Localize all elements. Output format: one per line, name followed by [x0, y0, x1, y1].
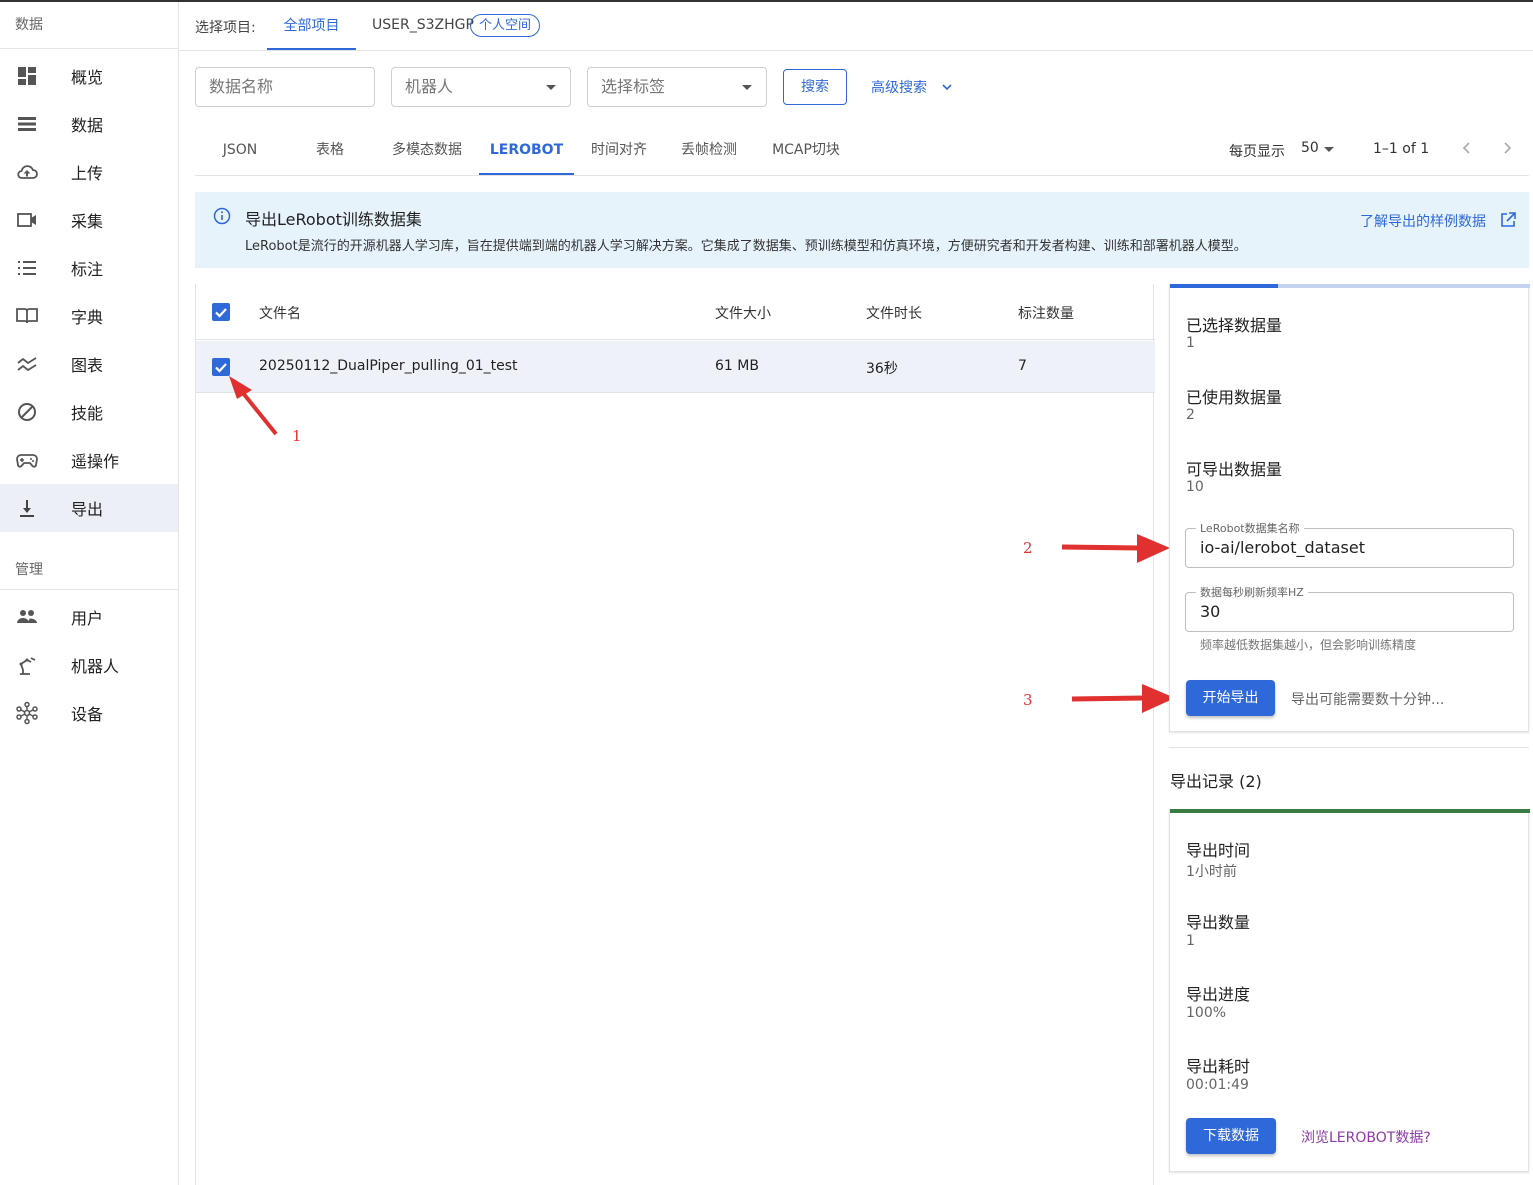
download-data-button[interactable]: 下载数据 [1186, 1118, 1276, 1154]
record-status-bar [1170, 809, 1530, 813]
annotation-arrow-2 [1061, 534, 1170, 563]
records-divider [1169, 747, 1529, 748]
export-time-label: 导出时间 [1186, 841, 1251, 860]
selected-count-value: 1 [1186, 335, 1195, 351]
fps-value: 30 [1200, 602, 1221, 621]
annotation-label-2: 2 [1023, 539, 1033, 557]
fps-hint: 频率越低数据集越小，但会影响训练精度 [1200, 638, 1417, 652]
annotation-label-1: 1 [292, 427, 302, 445]
panel-progress-fill [1170, 284, 1278, 288]
exportable-count-label: 可导出数据量 [1186, 460, 1283, 479]
used-count-label: 已使用数据量 [1186, 388, 1283, 407]
selected-count-label: 已选择数据量 [1186, 316, 1283, 335]
exportable-count-value: 10 [1186, 479, 1204, 495]
start-export-button[interactable]: 开始导出 [1186, 680, 1275, 716]
export-count-value: 1 [1186, 933, 1195, 949]
panel-progress-bar [1170, 284, 1530, 288]
export-records-title: 导出记录 (2) [1170, 772, 1262, 791]
export-panel: 已选择数据量 1 已使用数据量 2 可导出数据量 10 LeRobot数据集名称… [1169, 284, 1530, 732]
dataset-name-label: LeRobot数据集名称 [1196, 520, 1304, 536]
annotation-label-3: 3 [1023, 691, 1033, 709]
export-progress-value: 100% [1186, 1005, 1227, 1021]
export-time-value: 1小时前 [1186, 864, 1237, 880]
dataset-name-value: io-ai/lerobot_dataset [1200, 538, 1365, 557]
export-count-label: 导出数量 [1186, 913, 1251, 932]
browse-lerobot-link[interactable]: 浏览LEROBOT数据? [1301, 1127, 1431, 1147]
dataset-name-field[interactable]: LeRobot数据集名称 io-ai/lerobot_dataset [1185, 520, 1514, 568]
export-progress-label: 导出进度 [1186, 985, 1251, 1004]
annotation-arrow-3 [1071, 684, 1175, 713]
export-duration-label: 导出耗时 [1186, 1057, 1251, 1076]
fps-label: 数据每秒刷新频率HZ [1196, 584, 1308, 600]
export-duration-value: 00:01:49 [1186, 1077, 1249, 1093]
export-note: 导出可能需要数十分钟... [1291, 692, 1445, 708]
fps-field[interactable]: 数据每秒刷新频率HZ 30 [1185, 584, 1514, 632]
annotation-arrow-1 [229, 376, 278, 436]
used-count-value: 2 [1186, 407, 1195, 423]
export-record-card: 导出时间 1小时前 导出数量 1 导出进度 100% 导出耗时 00:01:49… [1169, 809, 1530, 1172]
